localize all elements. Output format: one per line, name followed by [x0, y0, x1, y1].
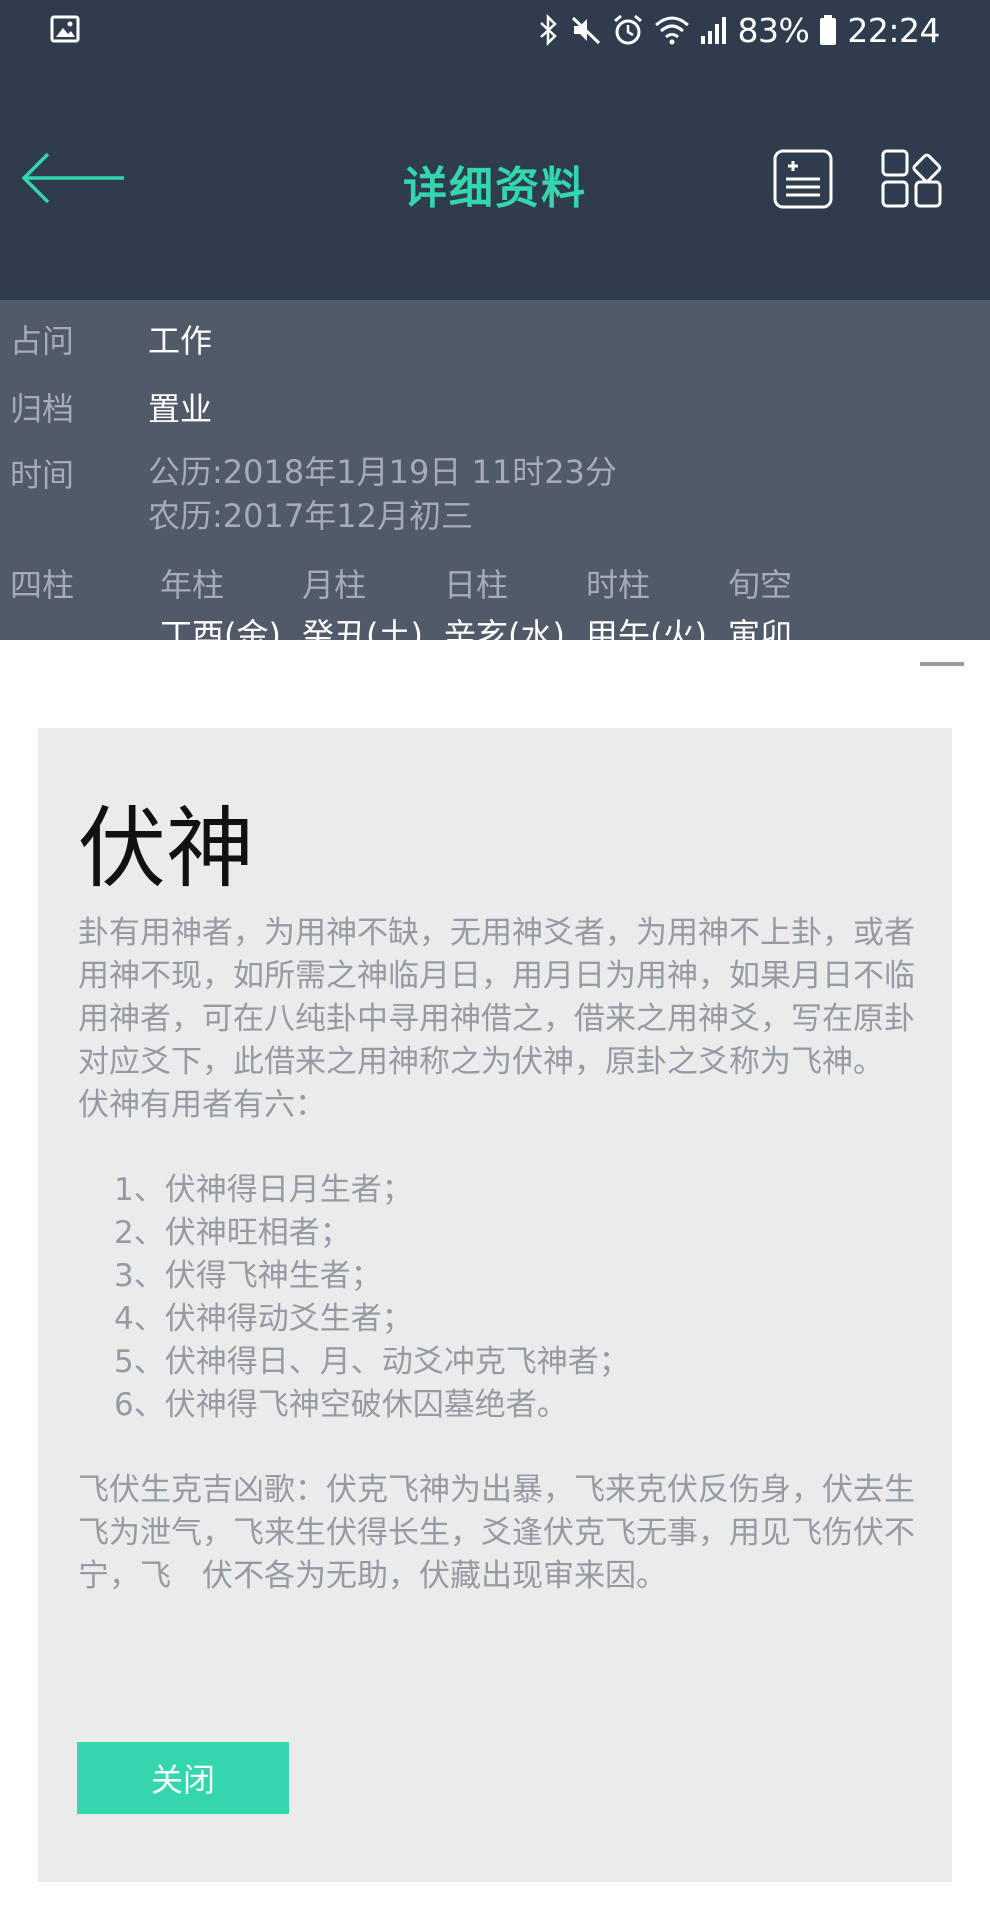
pillar-value-day: 辛亥(水) [444, 616, 565, 640]
time-values: 公历:2018年1月19日 11时23分 农历:2017年12月初三 [148, 450, 617, 538]
grid-button[interactable] [880, 146, 944, 210]
list-item: 4、伏神得动爻生者； [114, 1301, 413, 1337]
card-paragraph-intro: 卦有用神者，为用神不缺，无用神爻者，为用神不上卦，或者用神不现，如所需之神临月日… [78, 915, 915, 1080]
status-bar: 83% 22:24 [0, 0, 990, 60]
battery-icon [819, 14, 837, 46]
list-item: 2、伏神旺相者； [114, 1215, 351, 1251]
pillar-value-hour: 甲午(火) [586, 616, 707, 640]
add-note-icon [773, 149, 833, 209]
explanation-card: 伏神 卦有用神者，为用神不缺，无用神爻者，为用神不上卦，或者用神不现，如所需之神… [38, 728, 952, 1882]
detail-info-panel: 占问 工作 归档 置业 时间 公历:2018年1月19日 11时23分 农历:2… [0, 300, 990, 640]
question-label: 占问 [10, 322, 75, 360]
pillar-value-void: 寅卯 [728, 616, 793, 640]
pillar-header-hour: 时柱 [586, 566, 651, 604]
page-title: 详细资料 [403, 163, 587, 214]
card-paragraph-song: 飞伏生克吉凶歌：伏克飞神为出暴，飞来克伏反伤身，伏去生飞为泄气，飞来生伏得长生，… [78, 1472, 915, 1594]
grid-icon [881, 149, 942, 208]
bluetooth-icon [538, 14, 560, 46]
pillar-header-month: 月柱 [302, 566, 367, 604]
list-item: 6、伏神得飞神空破休囚墓绝者。 [114, 1387, 568, 1423]
list-item: 5、伏神得日、月、动爻冲克飞神者； [114, 1344, 630, 1380]
battery-percent: 83% [737, 10, 810, 50]
pillar-value-month: 癸丑(土) [302, 616, 423, 640]
lunar-date: 农历:2017年12月初三 [148, 497, 473, 535]
solar-date: 公历:2018年1月19日 11时23分 [148, 453, 617, 491]
archive-label: 归档 [10, 390, 75, 428]
image-icon [50, 14, 80, 48]
card-list: 1、伏神得日月生者； 2、伏神旺相者； 3、伏得飞神生者； 4、伏神得动爻生者；… [114, 1169, 918, 1427]
list-item: 3、伏得飞神生者； [114, 1258, 382, 1294]
question-value: 工作 [148, 322, 213, 360]
signal-icon [700, 15, 728, 45]
pillars-label: 四柱 [10, 566, 75, 604]
alarm-icon [612, 14, 644, 46]
pillar-header-day: 日柱 [444, 566, 509, 604]
card-paragraph-list-heading: 伏神有用者有六： [78, 1087, 326, 1123]
time-label: 时间 [10, 456, 75, 494]
mute-icon [570, 14, 602, 46]
list-item: 1、伏神得日月生者； [114, 1172, 413, 1208]
pillar-value-year: 丁酉(金) [160, 616, 281, 640]
pillar-header-void: 旬空 [728, 566, 793, 604]
status-time: 22:24 [847, 10, 940, 50]
card-title: 伏神 [78, 797, 255, 900]
bottom-sheet: 伏神 卦有用神者，为用神不缺，无用神爻者，为用神不上卦，或者用神不现，如所需之神… [0, 640, 990, 1920]
card-body: 卦有用神者，为用神不缺，无用神爻者，为用神不上卦，或者用神不现，如所需之神临月日… [78, 912, 918, 1598]
close-button[interactable]: 关闭 [77, 1742, 289, 1814]
archive-value: 置业 [148, 390, 213, 428]
app-bar: 详细资料 [0, 60, 990, 300]
wifi-icon [654, 15, 690, 45]
sheet-drag-handle[interactable] [920, 662, 964, 666]
add-note-button[interactable] [772, 148, 834, 210]
pillar-header-year: 年柱 [160, 566, 225, 604]
